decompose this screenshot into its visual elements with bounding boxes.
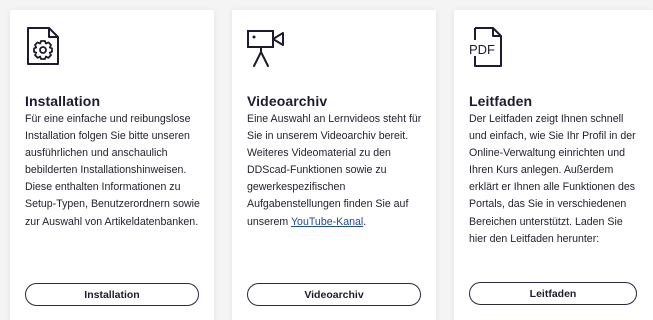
card-description: Für eine einfache und reibungslose Insta… (25, 113, 200, 228)
card-description: Der Leitfaden zeigt Ihnen schnell und ei… (469, 113, 636, 245)
card-title: Videoarchiv (247, 93, 328, 109)
settings-document-icon (25, 26, 61, 66)
videoarchiv-button[interactable]: Videoarchiv (247, 283, 421, 306)
youtube-channel-link[interactable]: YouTube-Kanal (291, 216, 363, 228)
leitfaden-card: PDF Leitfaden Der Leitfaden zeigt Ihnen … (454, 10, 653, 320)
video-camera-icon (246, 28, 286, 72)
card-title: Leitfaden (469, 93, 533, 109)
card-description-end: . (363, 215, 367, 228)
download-cards: Installation Für eine einfache und reibu… (0, 0, 653, 320)
card-description-text: Eine Auswahl an Lernvideos steht für Sie… (247, 113, 422, 228)
videoarchiv-card: Videoarchiv Eine Auswahl an Lernvideos s… (232, 10, 436, 320)
pdf-icon-label: PDF (469, 42, 495, 57)
installation-card: Installation Für eine einfache und reibu… (10, 10, 214, 320)
pdf-document-icon: PDF (468, 26, 506, 70)
installation-button[interactable]: Installation (25, 283, 199, 306)
leitfaden-button[interactable]: Leitfaden (469, 282, 637, 305)
card-description: Eine Auswahl an Lernvideos steht für Sie… (247, 111, 425, 231)
card-title: Installation (25, 93, 101, 109)
